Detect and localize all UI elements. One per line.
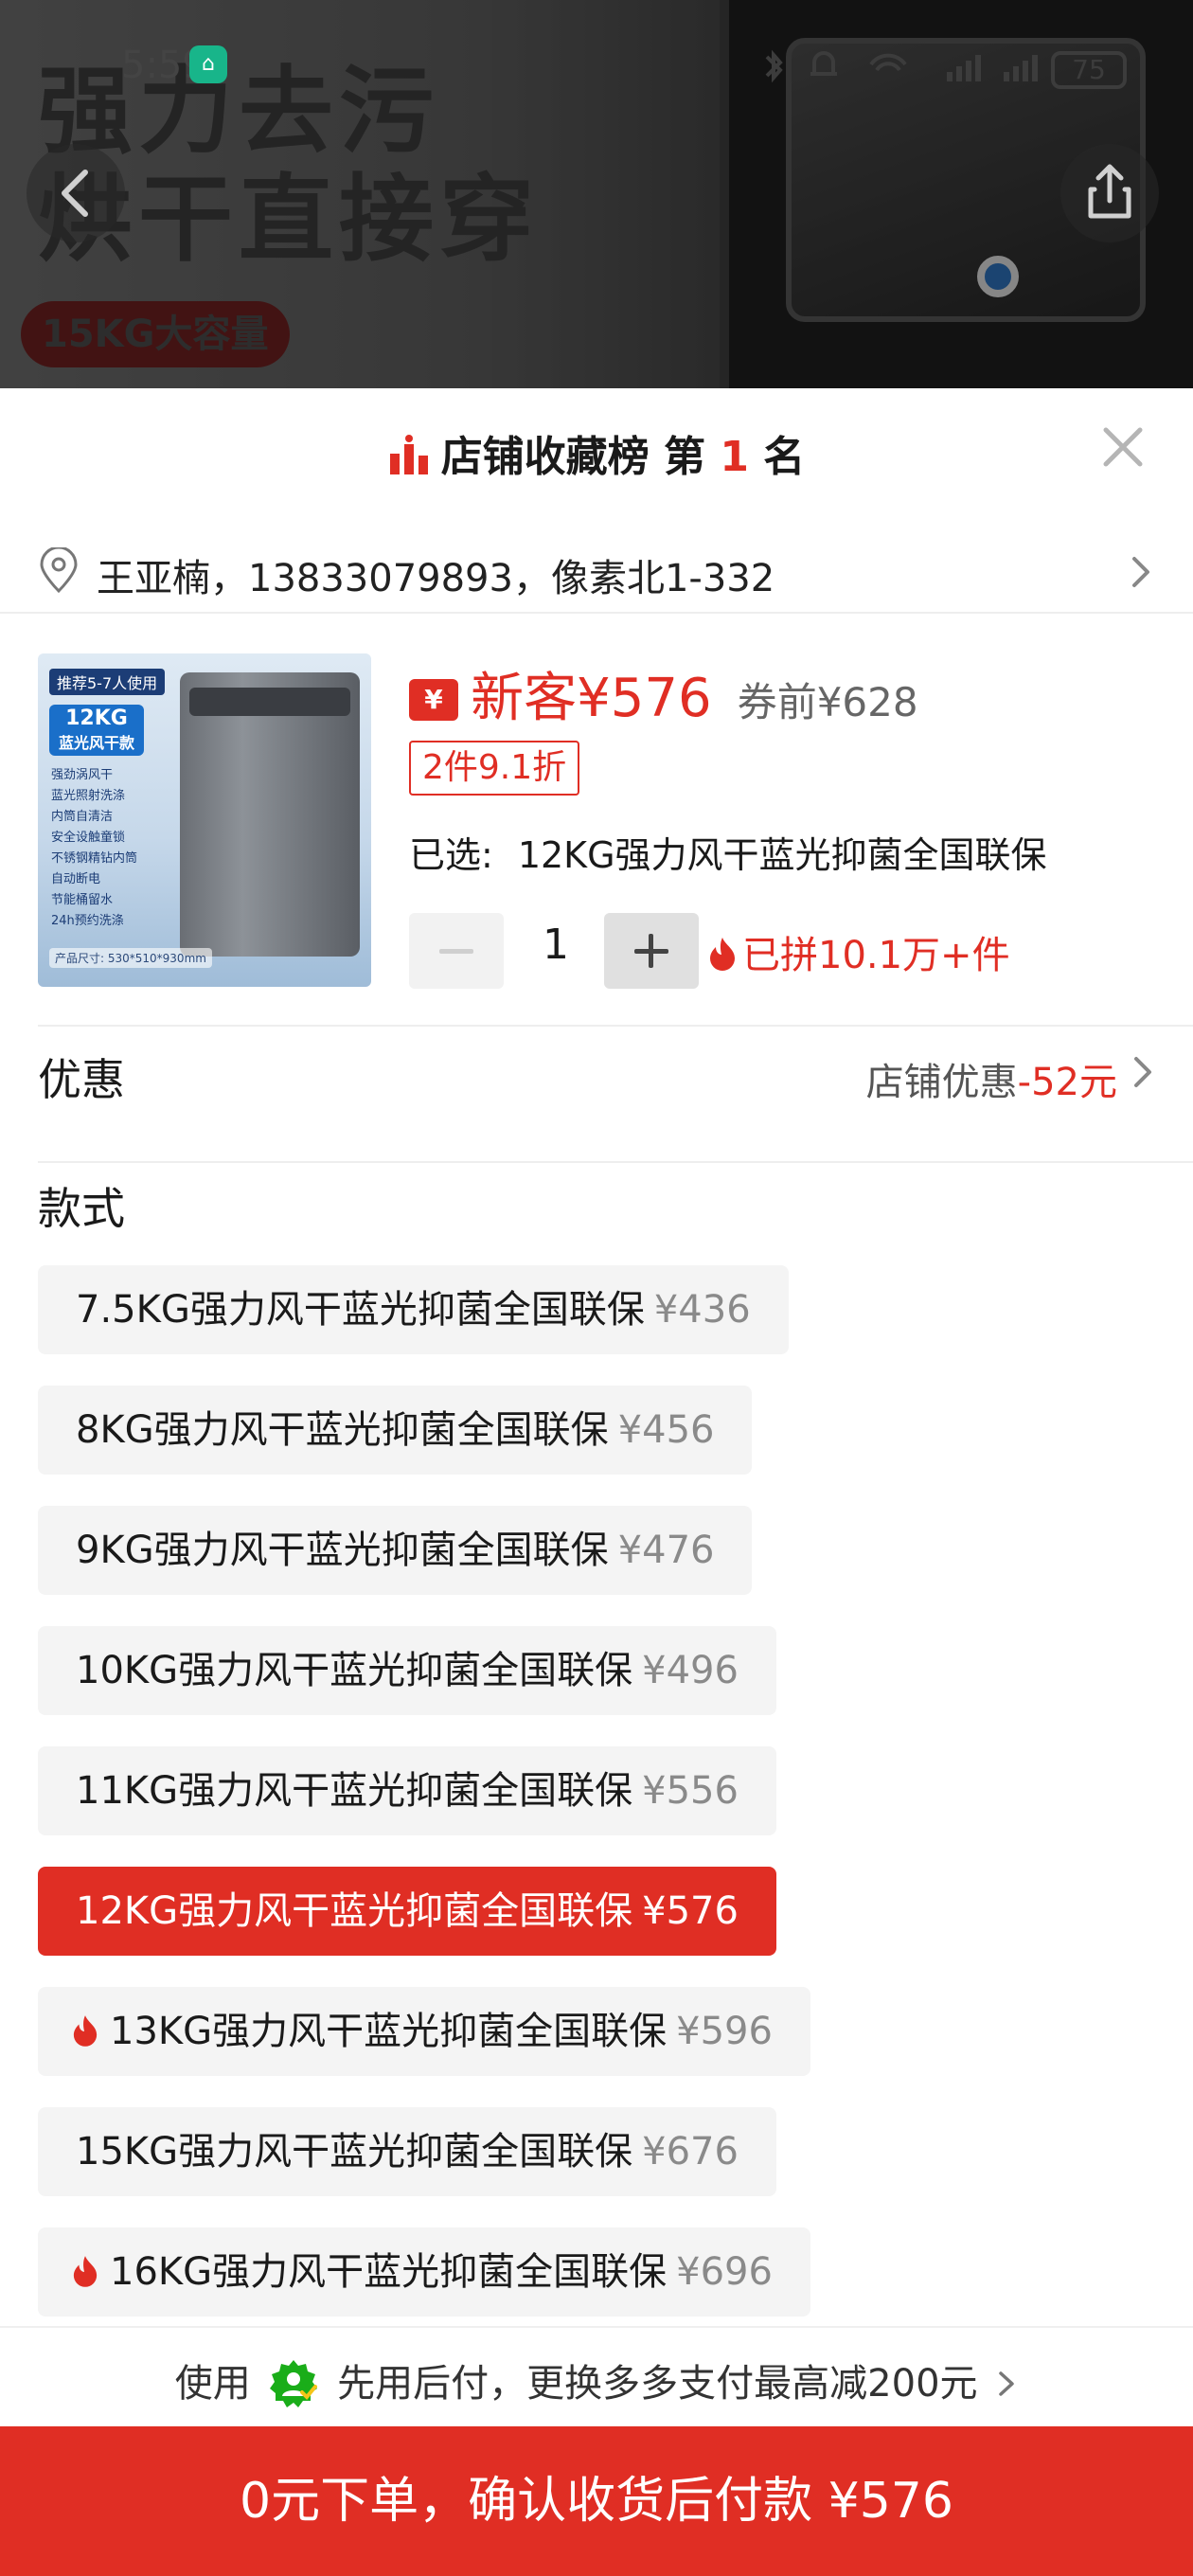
style-option-selected[interactable]: 12KG强力风干蓝光抑菌全国联保 ¥576 [38,1867,776,1956]
style-option-name: 10KG强力风干蓝光抑菌全国联保 [76,1649,633,1692]
shipping-address-row[interactable]: 王亚楠，13833079893，像素北1-332 [0,530,1193,614]
thumbnail-feature: 不锈钢精钻内筒 [51,851,138,866]
chevron-right-icon [993,2366,1018,2398]
chevron-right-icon [1121,551,1159,593]
style-option-name: 15KG强力风干蓝光抑菌全国联保 [76,2130,633,2174]
pay-later-icon [268,2358,319,2409]
thumbnail-dimensions: 产品尺寸: 530*510*930mm [49,948,212,968]
style-option-name: 9KG强力风干蓝光抑菌全国联保 [76,1529,609,1572]
quantity-increase-button[interactable] [604,913,699,989]
promotion-row[interactable]: 优惠 店铺优惠-52元 [0,1023,1193,1116]
style-option[interactable]: 15KG强力风干蓝光抑菌全国联保 ¥676 [38,2107,776,2196]
price-yuan-badge-icon: ¥ [409,679,458,721]
style-option[interactable]: 8KG强力风干蓝光抑菌全国联保 ¥456 [38,1386,753,1475]
chevron-left-icon [62,170,88,217]
style-option[interactable]: 13KG强力风干蓝光抑菌全国联保 ¥596 [38,1987,810,2076]
promotion-amount: -52元 [1017,1061,1117,1104]
style-option[interactable]: 9KG强力风干蓝光抑菌全国联保 ¥476 [38,1506,753,1595]
minus-icon [439,949,473,954]
style-option[interactable]: 7.5KG强力风干蓝光抑菌全国联保 ¥436 [38,1265,789,1354]
location-pin-icon [38,546,80,595]
style-option-name: 16KG强力风干蓝光抑菌全国联保 [110,2250,668,2294]
style-option-price: ¥596 [676,2010,773,2053]
thumbnail-feature: 蓝光照射洗涤 [51,789,126,803]
product-hero-image: 强力去污 烘干直接穿 15KG大容量 5:59 ⌂ 75 [0,0,1193,388]
product-thumbnail[interactable]: 推荐5-7人使用 12KG 蓝光风干款 强劲涡风干 蓝光照射洗涤 内筒自清洁 安… [38,653,371,987]
style-section-title: 款式 [38,1183,125,1234]
style-option[interactable]: 10KG强力风干蓝光抑菌全国联保 ¥496 [38,1626,776,1715]
thumbnail-feature: 内筒自清洁 [51,810,114,824]
store-ranking-header: 店铺收藏榜 第 1 名 [0,388,1193,510]
style-option[interactable]: 11KG强力风干蓝光抑菌全国联保 ¥556 [38,1746,776,1835]
thumbnail-feature: 24h预约洗涤 [51,914,124,928]
style-option[interactable]: 16KG强力风干蓝光抑菌全国联保 ¥696 [38,2227,810,2317]
ranking-suffix: 名 [763,433,806,481]
new-customer-price: 新客¥576 [471,668,712,729]
style-option-name: 11KG强力风干蓝光抑菌全国联保 [76,1769,633,1813]
thumbnail-feature: 自动断电 [51,872,101,886]
close-button[interactable] [1100,424,1146,470]
thumbnail-capacity: 12KG 蓝光风干款 [49,705,144,756]
share-icon [1088,164,1131,219]
style-option-name: 8KG强力风干蓝光抑菌全国联保 [76,1408,609,1452]
back-button[interactable] [27,144,125,242]
style-option-price: ¥456 [617,1408,715,1452]
status-system-icons [757,47,1089,85]
pay-later-text: 先用后付，更换多多支付最高减200元 [337,2362,978,2406]
price-line: ¥ 新客¥576 券前¥628 [409,655,918,731]
mi-home-icon: ⌂ [189,45,227,83]
thumbnail-feature: 安全设触童锁 [51,831,126,845]
thumbnail-feature-list: 强劲涡风干 蓝光照射洗涤 内筒自清洁 安全设触童锁 不锈钢精钻内筒 自动断电 节… [51,765,137,932]
quantity-decrease-button[interactable] [409,913,504,989]
style-option-price: ¥436 [653,1288,751,1332]
style-option-name: 13KG强力风干蓝光抑菌全国联保 [110,2010,668,2053]
style-option-name: 7.5KG强力风干蓝光抑菌全国联保 [76,1288,645,1332]
style-option-price: ¥496 [642,1649,739,1692]
pay-later-banner[interactable]: 使用 先用后付，更换多多支付最高减200元 [0,2326,1193,2426]
thumbnail-feature: 节能桶留水 [51,893,114,907]
pay-later-prefix: 使用 [174,2362,251,2406]
chevron-right-icon [1125,1053,1159,1091]
share-button[interactable] [1060,144,1159,242]
group-buy-sold-count: 已拼10.1万+件 [708,924,1010,979]
style-option-price: ¥576 [642,1889,739,1933]
style-option-price: ¥556 [642,1769,739,1813]
quantity-value: 1 [543,921,569,969]
thumbnail-capacity-kg: 12KG [65,707,128,730]
selected-label: 已选: [409,834,493,876]
selected-variant-value: 12KG强力风干蓝光抑菌全国联保 [517,834,1047,876]
flame-icon [72,1991,98,2047]
pre-coupon-price: 券前¥628 [737,679,918,725]
ranking-prefix: 店铺收藏榜 第 [440,433,706,481]
promotion-title: 优惠 [38,1054,125,1105]
thumbnail-washing-machine [180,672,360,957]
status-bar: 5:59 ⌂ 75 [0,36,1193,102]
thumbnail-tag: 推荐5-7人使用 [49,669,166,695]
battery-icon: 75 [1051,51,1127,89]
multi-buy-discount-tag: 2件9.1折 [409,741,580,796]
selected-variant-line: 已选: 12KG强力风干蓝光抑菌全国联保 [409,826,1047,878]
divider [0,612,1193,614]
style-option-price: ¥696 [676,2250,773,2294]
divider [38,1161,1193,1163]
sold-count-text: 已拼10.1万+件 [742,934,1010,977]
close-icon [1103,427,1143,467]
ranking-chart-icon [388,435,430,476]
style-option-price: ¥476 [617,1529,715,1572]
flame-icon [72,2231,98,2287]
style-option-price: ¥676 [642,2130,739,2174]
thumbnail-feature: 强劲涡风干 [51,768,114,782]
style-option-name: 12KG强力风干蓝光抑菌全国联保 [76,1889,633,1933]
sku-selector-sheet: 店铺收藏榜 第 1 名 王亚楠，13833079893，像素北1-332 推荐5… [0,388,1193,2576]
confirm-order-button[interactable]: 0元下单，确认收货后付款 ¥576 [0,2426,1193,2576]
flame-icon [708,936,737,972]
shipping-address-text: 王亚楠，13833079893，像素北1-332 [97,557,775,600]
thumbnail-capacity-type: 蓝光风干款 [58,734,134,752]
ranking-number: 1 [720,433,749,481]
promotion-label: 店铺优惠 [865,1061,1018,1104]
